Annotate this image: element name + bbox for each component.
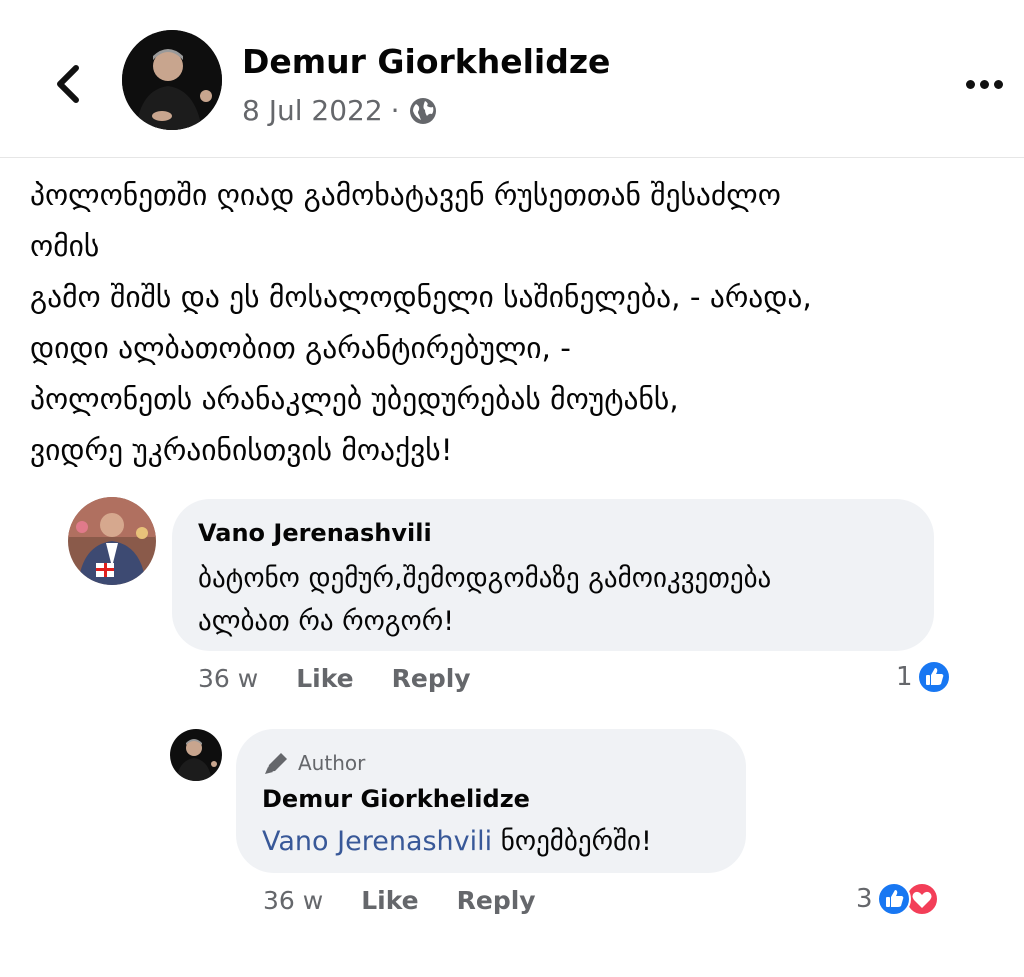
commenter-avatar[interactable] (68, 497, 156, 585)
like-button[interactable]: Like (361, 886, 418, 915)
meta-separator: · (390, 94, 400, 127)
like-button[interactable]: Like (296, 664, 353, 693)
reply-bubble: Author Demur Giorkhelidze Vano Jerenashv… (236, 729, 746, 873)
more-options-button[interactable] (966, 70, 1012, 98)
reaction-count: 3 (856, 884, 873, 914)
chevron-left-icon (57, 65, 79, 103)
comment-bubble: Vano Jerenashvili ბატონო დემურ,შემოდგომა… (172, 499, 934, 651)
reply-author[interactable]: Demur Giorkhelidze (262, 785, 530, 813)
post-line: პოლონეთს არანაკლებ უბედურებას მოუტანს, (30, 382, 679, 416)
comment-line: ალბათ რა როგორ! (198, 606, 455, 637)
post-header: Demur Giorkhelidze 8 Jul 2022 · (0, 0, 1024, 158)
post-date[interactable]: 8 Jul 2022 (242, 94, 383, 127)
post-line: დიდი ალბათობით გარანტირებული, - (30, 331, 571, 365)
reaction-count: 1 (896, 662, 913, 692)
dot-icon (980, 79, 989, 89)
post-line: პოლონეთში ღიად გამოხატავენ რუსეთთან შესა… (30, 178, 781, 212)
comment-actions: 36 w Like Reply (198, 664, 471, 693)
comment-line: ბატონო დემურ,შემოდგომაზე გამოიკვეთება (198, 563, 772, 594)
reply-message: ნოემბერში! (492, 826, 652, 857)
reply-actions: 36 w Like Reply (263, 886, 536, 915)
mention-link[interactable]: Vano Jerenashvili (262, 826, 492, 857)
post-line: ვიდრე უკრაინისთვის მოაქვს! (30, 433, 453, 467)
reply-time[interactable]: 36 w (263, 886, 323, 915)
dot-icon (966, 79, 975, 89)
comment-author[interactable]: Vano Jerenashvili (198, 519, 432, 547)
dot-icon (994, 79, 1003, 89)
pencil-icon (262, 749, 292, 777)
reply-button[interactable]: Reply (392, 664, 471, 693)
reply-button[interactable]: Reply (457, 886, 536, 915)
comment-text: ბატონო დემურ,შემოდგომაზე გამოიკვეთება ალ… (198, 557, 771, 643)
back-button[interactable] (50, 62, 86, 106)
author-badge-label: Author (298, 751, 366, 775)
reply-author-avatar[interactable] (170, 729, 222, 781)
comment-reactions[interactable]: 1 (896, 660, 951, 694)
like-reaction-icon (876, 882, 911, 916)
post-line: ომის (30, 229, 100, 263)
author-badge: Author (262, 749, 365, 777)
reply-reactions[interactable]: 3 (856, 882, 939, 916)
globe-icon (408, 96, 438, 126)
post-author-name[interactable]: Demur Giorkhelidze (242, 42, 610, 81)
author-avatar[interactable] (122, 30, 222, 130)
like-reaction-icon (916, 660, 951, 694)
post-meta: 8 Jul 2022 · (242, 94, 438, 127)
post-line: გამო შიშს და ეს მოსალოდნელი საშინელება, … (30, 280, 812, 314)
post-body: პოლონეთში ღიად გამოხატავენ რუსეთთან შესა… (30, 170, 1015, 476)
comment-time[interactable]: 36 w (198, 664, 258, 693)
reply-text: Vano Jerenashvili ნოემბერში! (262, 820, 652, 863)
